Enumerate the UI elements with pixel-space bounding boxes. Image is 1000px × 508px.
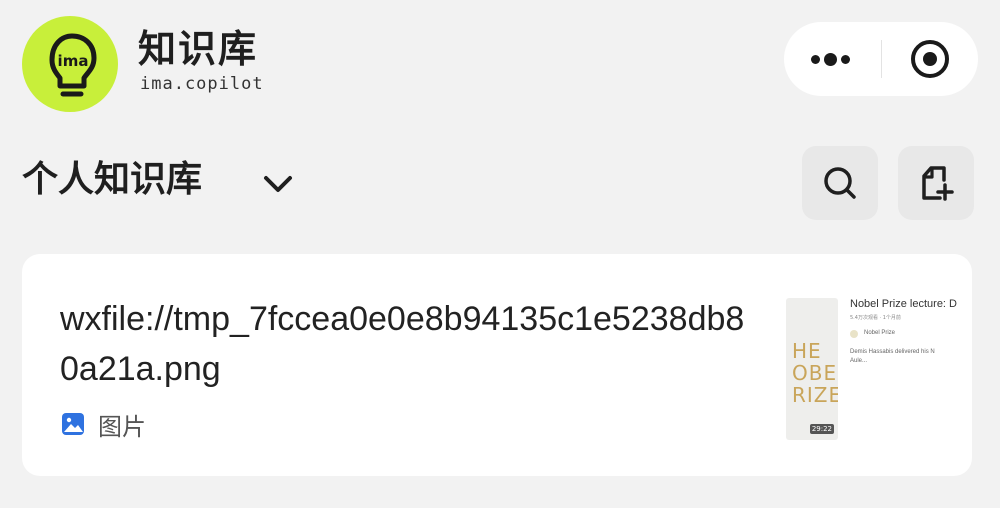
add-document-icon: [922, 166, 954, 201]
cover-text: HE OBEL RIZE: [792, 339, 838, 407]
logo-text: ima: [58, 52, 89, 70]
file-name: wxfile://tmp_7fccea0e0e8b94135c1e5238db8…: [60, 300, 745, 388]
thumbnail-meta: 5.4万次观看 · 1个月前: [850, 315, 901, 321]
chevron-down-icon[interactable]: [258, 164, 298, 204]
more-button[interactable]: [784, 22, 880, 96]
channel-avatar: [850, 330, 858, 338]
duration-badge: 29:22: [809, 424, 834, 434]
thumbnail-title: Nobel Prize lecture: D: [850, 298, 957, 310]
thumbnail-channel: Nobel Prize: [864, 330, 896, 336]
file-thumbnail[interactable]: HE OBEL RIZE 29:22 Nobel Prize lecture: …: [784, 290, 968, 440]
search-icon: [824, 167, 856, 199]
close-button[interactable]: [882, 22, 978, 96]
app-title: 知识库: [138, 27, 259, 71]
app-subtitle: ima.copilot: [140, 74, 264, 94]
target-close-icon: [911, 40, 949, 78]
add-document-button[interactable]: [898, 146, 974, 220]
file-type-label: 图片: [98, 412, 146, 441]
app-logo: ima: [22, 16, 118, 112]
image-icon: [62, 413, 84, 435]
file-type: 图片: [62, 406, 146, 442]
video-cover: HE OBEL RIZE 29:22: [786, 298, 838, 440]
search-button[interactable]: [802, 146, 878, 220]
miniprogram-capsule: [784, 22, 978, 96]
lightbulb-icon: ima: [49, 33, 97, 97]
file-card[interactable]: wxfile://tmp_7fccea0e0e8b94135c1e5238db8…: [22, 254, 972, 476]
thumbnail-description: Demis Hassabis delivered his N Aule...: [850, 349, 935, 364]
knowledge-base-title[interactable]: 个人知识库: [22, 150, 202, 210]
